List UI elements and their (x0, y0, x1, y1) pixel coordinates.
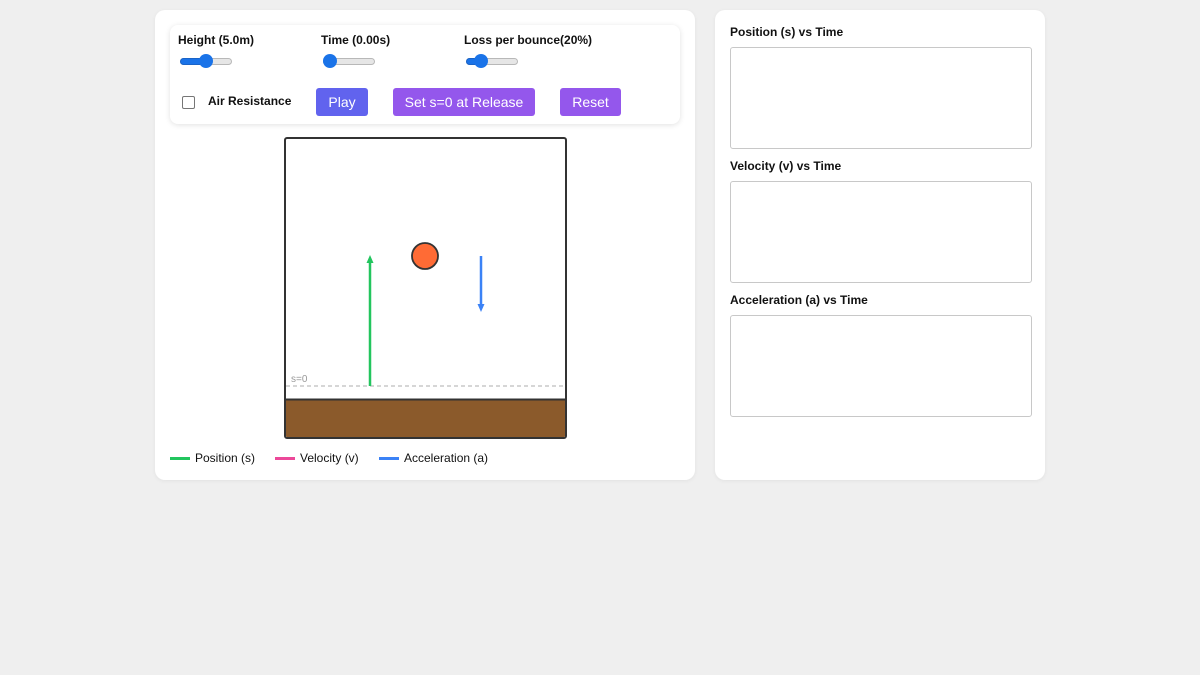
legend-acceleration-label: Acceleration (a) (404, 451, 489, 465)
ground (286, 399, 565, 437)
velocity-graph-title: Velocity (v) vs Time (730, 159, 842, 173)
legend-velocity-swatch (275, 456, 295, 460)
reset-button[interactable]: Reset (560, 88, 621, 116)
legend-acceleration-swatch (379, 456, 399, 460)
time-label: Time (0.00s) (321, 33, 391, 47)
ball[interactable] (411, 242, 439, 270)
legend-velocity: Velocity (v) (275, 451, 359, 465)
loss-slider-thumb[interactable] (474, 54, 488, 68)
height-label: Height (5.0m) (178, 33, 255, 47)
acceleration-vector-arrowhead (477, 304, 485, 312)
simulation-panel: Height (5.0m) Time (0.00s) Loss per boun… (155, 10, 695, 480)
simulation-canvas: s=0 (284, 137, 567, 439)
legend-position: Position (s) (170, 451, 255, 465)
acceleration-graph (730, 315, 1032, 417)
velocity-graph (730, 181, 1032, 283)
simulation-drawing: s=0 (286, 242, 565, 437)
loss-slider[interactable] (466, 54, 518, 68)
legend-acceleration: Acceleration (a) (379, 451, 488, 465)
air-resistance-checkbox[interactable] (182, 96, 195, 109)
time-slider-thumb[interactable] (323, 54, 337, 68)
position-graph (730, 47, 1032, 149)
set-zero-at-release-button[interactable]: Set s=0 at Release (393, 88, 535, 116)
position-graph-title: Position (s) vs Time (730, 25, 844, 39)
graphs-panel: Position (s) vs Time Velocity (v) vs Tim… (715, 10, 1045, 480)
position-vector-arrowhead (366, 255, 374, 263)
zero-reference-label: s=0 (291, 374, 308, 385)
controls-card: Height (5.0m) Time (0.00s) Loss per boun… (170, 25, 680, 124)
loss-label: Loss per bounce(20%) (464, 33, 593, 47)
legend-velocity-label: Velocity (v) (300, 451, 359, 465)
legend-position-swatch (170, 456, 190, 460)
time-slider[interactable] (323, 54, 375, 68)
height-slider-thumb[interactable] (199, 54, 213, 68)
height-slider[interactable] (180, 54, 232, 68)
play-button[interactable]: Play (316, 88, 368, 116)
legend-position-label: Position (s) (195, 451, 256, 465)
acceleration-graph-title: Acceleration (a) vs Time (730, 293, 868, 307)
air-resistance-label: Air Resistance (208, 94, 292, 108)
